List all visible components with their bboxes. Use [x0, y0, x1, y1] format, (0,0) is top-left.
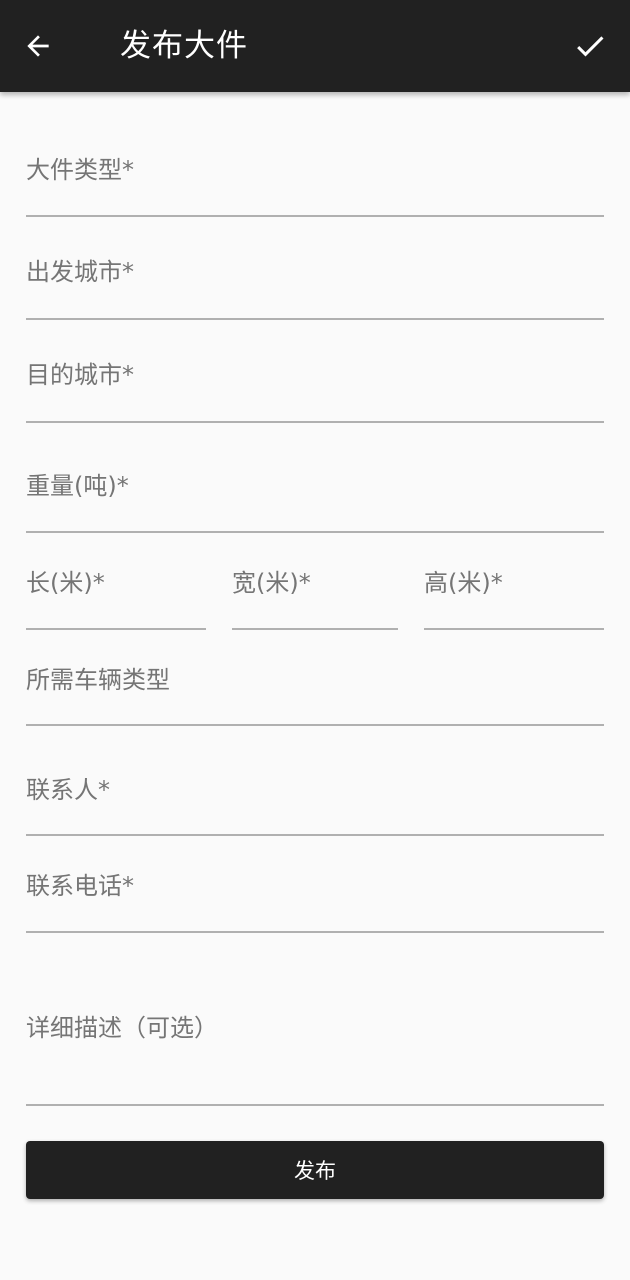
contact-phone-field[interactable]: 联系电话* [26, 858, 604, 933]
cargo-type-placeholder: 大件类型* [26, 156, 134, 184]
page-title: 发布大件 [120, 28, 248, 64]
arrow-back-icon [27, 35, 49, 57]
description-underline [26, 1104, 604, 1106]
cargo-type-underline [26, 215, 604, 217]
height-underline [424, 628, 604, 630]
height-placeholder: 高(米)* [424, 569, 503, 597]
confirm-button[interactable] [566, 22, 614, 70]
contact-person-field[interactable]: 联系人* [26, 762, 604, 836]
publish-cargo-screen: 发布大件 大件类型* 出发城市* 目的城市* 重量(吨)* 长(米)* 宽(米)… [0, 0, 630, 1280]
back-button[interactable] [14, 22, 62, 70]
weight-underline [26, 531, 604, 533]
vehicle-type-placeholder: 所需车辆类型 [26, 666, 170, 694]
contact-phone-placeholder: 联系电话* [26, 872, 134, 900]
description-placeholder: 详细描述（可选） [26, 1014, 218, 1042]
departure-city-underline [26, 318, 604, 320]
departure-city-field[interactable]: 出发城市* [26, 244, 604, 320]
destination-city-field[interactable]: 目的城市* [26, 347, 604, 423]
cargo-form: 大件类型* 出发城市* 目的城市* 重量(吨)* 长(米)* 宽(米)* 高(米… [0, 92, 630, 1280]
contact-person-placeholder: 联系人* [26, 776, 110, 804]
contact-phone-underline [26, 931, 604, 933]
width-underline [232, 628, 398, 630]
description-field[interactable]: 详细描述（可选） [26, 1000, 604, 1106]
contact-person-underline [26, 834, 604, 836]
length-underline [26, 628, 206, 630]
app-toolbar: 发布大件 [0, 0, 630, 92]
vehicle-type-field[interactable]: 所需车辆类型 [26, 652, 604, 726]
height-field[interactable]: 高(米)* [424, 555, 604, 630]
width-placeholder: 宽(米)* [232, 569, 311, 597]
destination-city-underline [26, 421, 604, 423]
length-field[interactable]: 长(米)* [26, 555, 206, 630]
destination-city-placeholder: 目的城市* [26, 361, 134, 389]
check-icon [577, 36, 604, 57]
publish-button[interactable]: 发布 [26, 1141, 604, 1199]
weight-field[interactable]: 重量(吨)* [26, 458, 604, 533]
cargo-type-field[interactable]: 大件类型* [26, 140, 604, 217]
departure-city-placeholder: 出发城市* [26, 258, 134, 286]
width-field[interactable]: 宽(米)* [232, 555, 398, 630]
length-placeholder: 长(米)* [26, 569, 105, 597]
weight-placeholder: 重量(吨)* [26, 472, 129, 500]
vehicle-type-underline [26, 724, 604, 726]
